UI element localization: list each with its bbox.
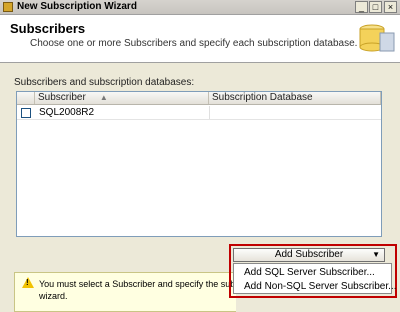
window-title: New Subscription Wizard [17,1,137,12]
page-subtitle: Choose one or more Subscribers and speci… [30,38,358,49]
subscriber-name: SQL2008R2 [39,107,95,118]
menu-item-add-non-sql-server-subscriber[interactable]: Add Non-SQL Server Subscriber... [244,281,396,292]
section-label: Subscribers and subscription databases: [14,77,195,88]
page-title: Subscribers [10,21,86,36]
database-graphic-icon [359,24,395,52]
warning-mark: ! [26,278,29,287]
column-header-subscription-database[interactable]: Subscription Database [209,92,381,104]
warning-message: ! You must select a Subscriber and speci… [14,272,236,312]
table-header: Subscriber ▲ Subscription Database [17,92,381,105]
minimize-button[interactable]: _ [355,1,368,13]
column-header-label: Subscriber [38,92,86,103]
column-divider [209,106,210,119]
wizard-header: Subscribers Choose one or more Subscribe… [0,15,400,63]
chevron-down-icon: ▼ [372,250,380,259]
subscribers-table: Subscriber ▲ Subscription Database SQL200… [16,91,382,237]
add-subscriber-menu: Add SQL Server Subscriber... Add Non-SQL… [233,263,396,294]
column-header-subscriber[interactable]: Subscriber ▲ [35,92,209,104]
close-button[interactable]: × [384,1,397,13]
add-subscriber-button[interactable]: Add Subscriber ▼ [233,248,385,262]
title-bar: New Subscription Wizard _ □ × [0,0,400,15]
column-header-check[interactable] [17,92,35,104]
add-subscriber-label: Add Subscriber [274,249,344,260]
warning-text: You must select a Subscriber and specify… [39,279,235,301]
menu-item-add-sql-server-subscriber[interactable]: Add SQL Server Subscriber... [244,267,375,278]
sort-ascending-icon: ▲ [99,93,108,102]
maximize-button[interactable]: □ [369,1,382,13]
table-row[interactable]: SQL2008R2 [17,106,381,120]
subscriber-checkbox[interactable] [21,108,31,118]
app-icon [3,2,13,12]
